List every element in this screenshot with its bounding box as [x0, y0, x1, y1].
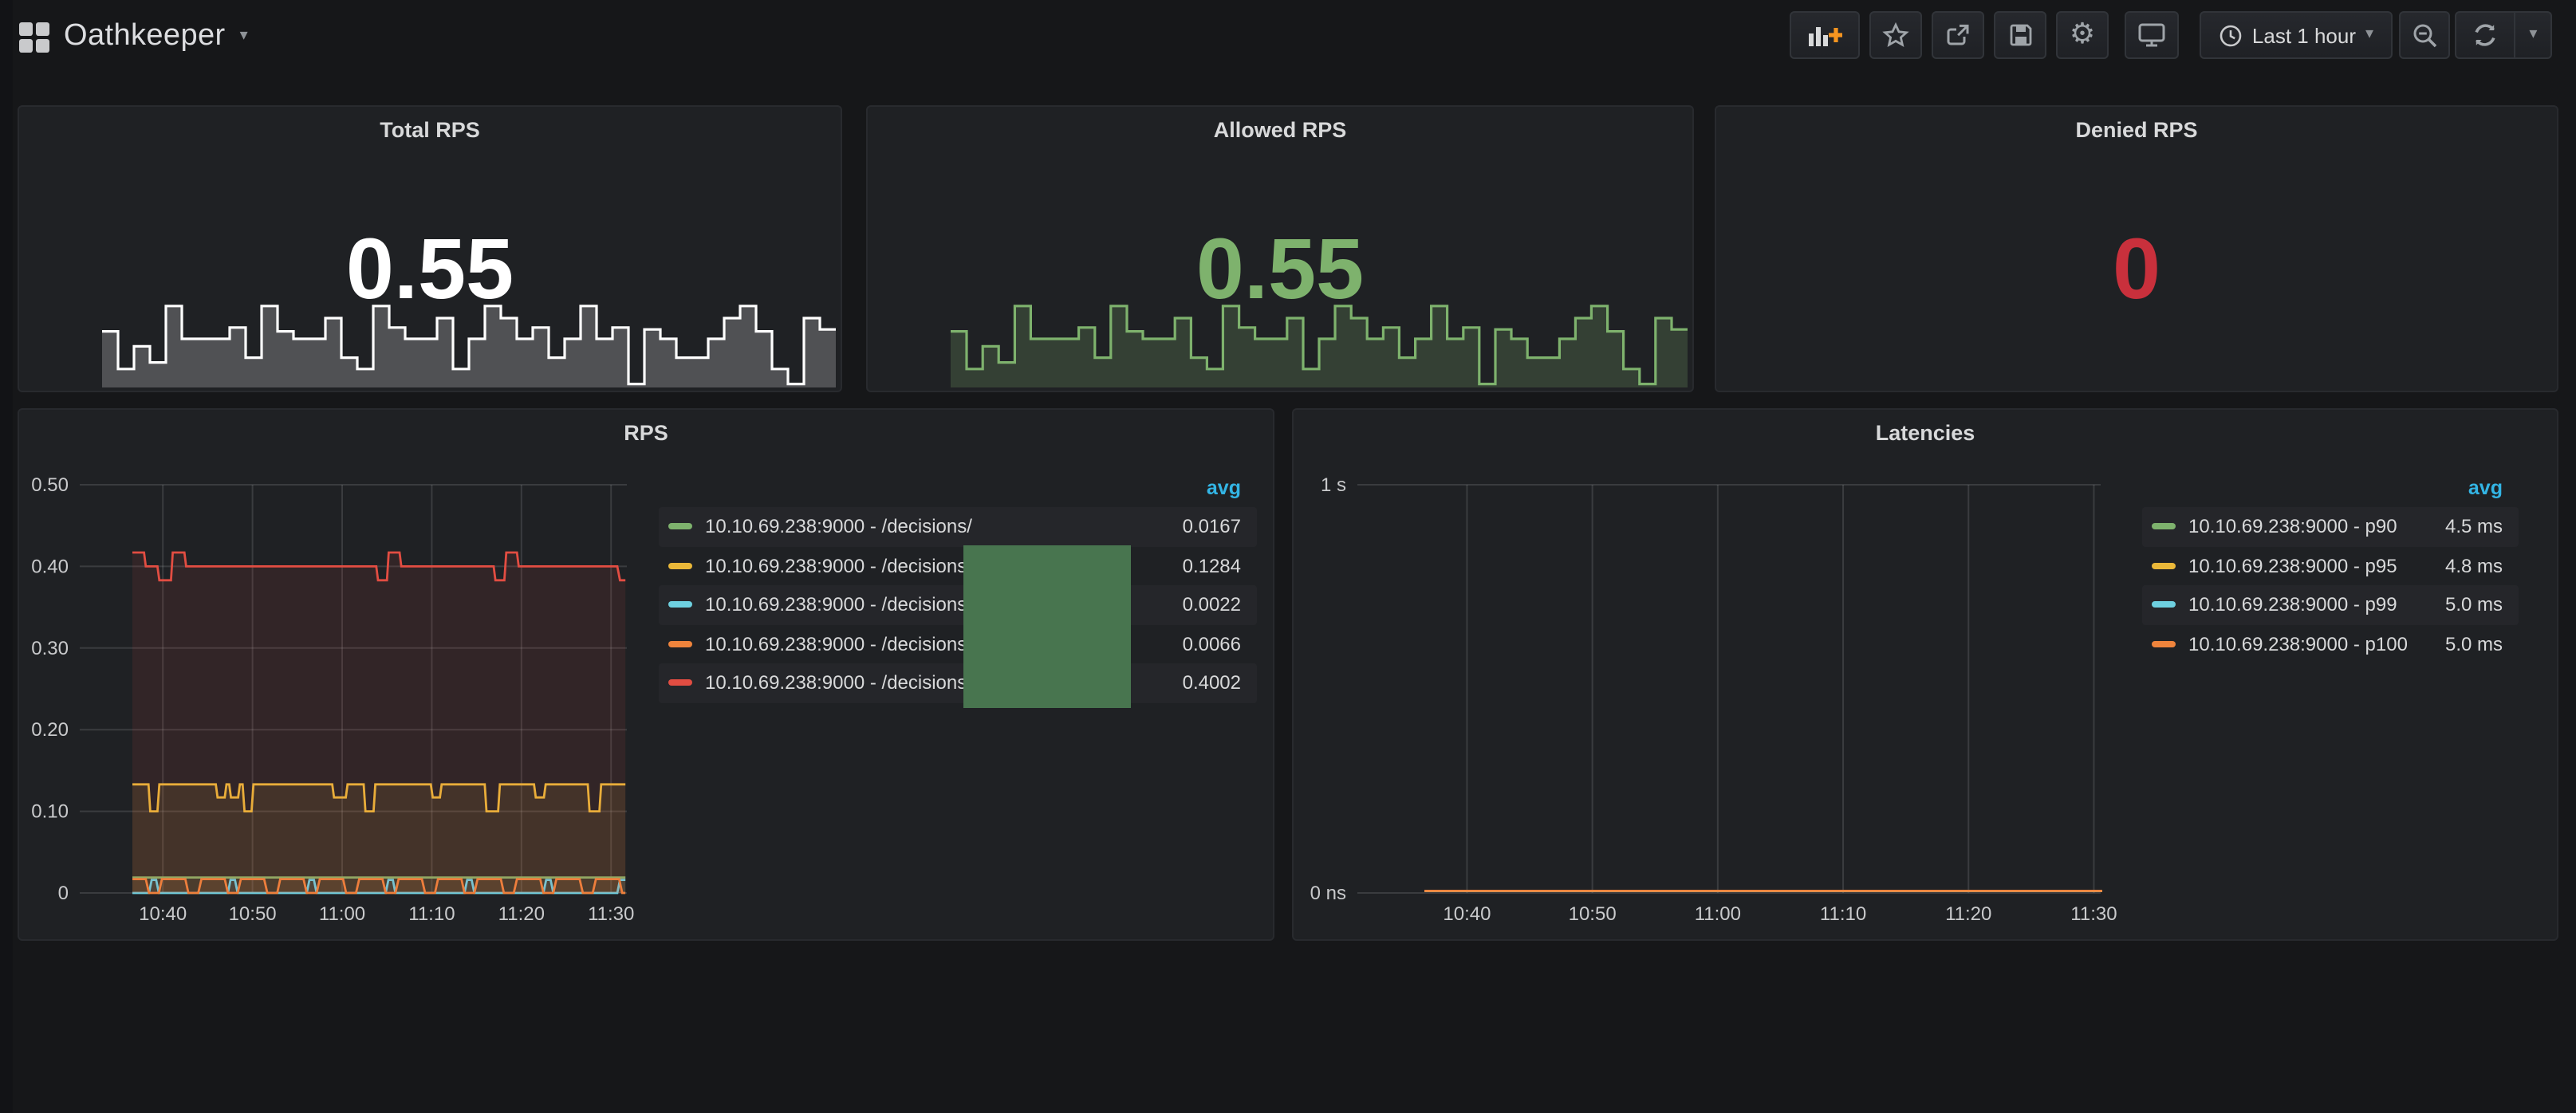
- refresh-icon: [2472, 22, 2498, 48]
- svg-text:11:30: 11:30: [588, 903, 634, 925]
- series-avg-value: 0.0066: [1148, 633, 1241, 655]
- svg-text:1 s: 1 s: [1321, 474, 1346, 496]
- series-swatch-icon: [668, 524, 692, 530]
- panel-title[interactable]: Total RPS: [19, 118, 841, 142]
- add-panel-button[interactable]: [1790, 11, 1860, 59]
- series-avg-value: 4.8 ms: [2420, 555, 2503, 577]
- svg-text:11:10: 11:10: [1820, 903, 1866, 925]
- clock-icon: [2219, 23, 2243, 47]
- svg-text:11:30: 11:30: [2070, 903, 2117, 925]
- legend-row[interactable]: 10.10.69.238:9000 - /decisions/0.0167: [659, 507, 1257, 546]
- star-button[interactable]: [1869, 11, 1922, 59]
- series-swatch-icon: [668, 563, 692, 569]
- time-range-label: Last 1 hour: [2252, 23, 2356, 47]
- green-artifact-overlay: [963, 545, 1131, 708]
- legend-avg-header: avg: [2142, 477, 2519, 507]
- svg-text:0.40: 0.40: [31, 556, 69, 577]
- series-swatch-icon: [2152, 602, 2176, 608]
- svg-text:0.10: 0.10: [31, 801, 69, 823]
- dashboard-title-button[interactable]: Oathkeeper ▾: [19, 16, 248, 57]
- series-avg-value: 0.0022: [1148, 594, 1241, 616]
- panel-denied-rps: Denied RPS 0: [1715, 105, 2558, 392]
- series-name[interactable]: 10.10.69.238:9000 - p99: [2188, 594, 2420, 616]
- zoom-out-icon: [2411, 22, 2438, 49]
- dashboard-header: Oathkeeper ▾: [0, 0, 2576, 73]
- dashboard-title: Oathkeeper: [64, 19, 226, 54]
- legend-row[interactable]: 10.10.69.238:9000 - p954.8 ms: [2142, 546, 2519, 585]
- svg-text:11:10: 11:10: [408, 903, 455, 925]
- series-avg-value: 0.4002: [1148, 672, 1241, 694]
- legend-row[interactable]: 10.10.69.238:9000 - /decisions/0.0022: [659, 585, 1257, 624]
- legend-row[interactable]: 10.10.69.238:9000 - /decisions/0.1284: [659, 546, 1257, 585]
- tv-icon: [2137, 22, 2166, 48]
- series-name[interactable]: 10.10.69.238:9000 - p100: [2188, 633, 2420, 655]
- series-name[interactable]: 10.10.69.238:9000 - /decisions/: [705, 516, 1148, 538]
- series-swatch-icon: [668, 602, 692, 608]
- series-swatch-icon: [668, 680, 692, 686]
- stat-sparkline: [951, 289, 1688, 387]
- series-name[interactable]: 10.10.69.238:9000 - p90: [2188, 516, 2420, 538]
- series-swatch-icon: [2152, 641, 2176, 647]
- svg-text:10:50: 10:50: [229, 903, 277, 925]
- star-icon: [1882, 22, 1909, 48]
- sidebar-edge: [0, 0, 13, 1113]
- svg-text:11:00: 11:00: [1695, 903, 1741, 925]
- svg-text:0.20: 0.20: [31, 719, 69, 741]
- svg-text:11:20: 11:20: [498, 903, 545, 925]
- svg-text:0.50: 0.50: [31, 474, 69, 496]
- add-panel-icon: [1807, 22, 1842, 49]
- rps-legend: avg10.10.69.238:9000 - /decisions/0.0167…: [659, 477, 1257, 702]
- series-avg-value: 0.1284: [1148, 555, 1241, 577]
- legend-row[interactable]: 10.10.69.238:9000 - p904.5 ms: [2142, 507, 2519, 546]
- share-button[interactable]: [1932, 11, 1984, 59]
- stat-sparkline: [102, 289, 836, 387]
- time-range-picker[interactable]: Last 1 hour ▾: [2200, 11, 2393, 59]
- svg-text:10:40: 10:40: [1443, 903, 1491, 925]
- series-avg-value: 5.0 ms: [2420, 633, 2503, 655]
- panel-title[interactable]: Denied RPS: [1716, 118, 2557, 142]
- series-name[interactable]: 10.10.69.238:9000 - p95: [2188, 555, 2420, 577]
- save-button[interactable]: [1994, 11, 2046, 59]
- svg-text:0 ns: 0 ns: [1310, 883, 1346, 904]
- refresh-interval-caret[interactable]: ▾: [2515, 13, 2550, 57]
- refresh-button[interactable]: [2456, 13, 2515, 57]
- share-icon: [1944, 22, 1971, 48]
- series-swatch-icon: [668, 641, 692, 647]
- svg-text:0.30: 0.30: [31, 638, 69, 659]
- svg-text:11:20: 11:20: [1945, 903, 1991, 925]
- svg-text:0: 0: [58, 883, 69, 904]
- svg-text:10:40: 10:40: [139, 903, 187, 925]
- legend-row[interactable]: 10.10.69.238:9000 - /decisions/0.0066: [659, 624, 1257, 663]
- series-avg-value: 0.0167: [1148, 516, 1241, 538]
- stat-value: 0: [1716, 225, 2557, 314]
- settings-button[interactable]: ⚙: [2056, 11, 2109, 59]
- series-avg-value: 5.0 ms: [2420, 594, 2503, 616]
- gear-icon: ⚙: [2070, 21, 2095, 49]
- legend-row[interactable]: 10.10.69.238:9000 - /decisions/0.4002: [659, 663, 1257, 702]
- panel-allowed-rps: Allowed RPS 0.55: [866, 105, 1694, 392]
- grafana-dashboard: Oathkeeper ▾: [0, 0, 2576, 1113]
- svg-text:11:00: 11:00: [319, 903, 365, 925]
- refresh-button-group: ▾: [2455, 11, 2552, 59]
- time-range-caret-icon: ▾: [2365, 27, 2373, 43]
- tv-mode-button[interactable]: [2125, 11, 2179, 59]
- panel-title[interactable]: Allowed RPS: [868, 118, 1692, 142]
- title-caret-icon: ▾: [240, 29, 248, 45]
- panel-latencies-graph: Latencies 1 s0 ns10:4010:5011:0011:1011:…: [1292, 408, 2558, 941]
- latencies-legend: avg10.10.69.238:9000 - p904.5 ms10.10.69…: [2142, 477, 2519, 663]
- legend-row[interactable]: 10.10.69.238:9000 - p1005.0 ms: [2142, 624, 2519, 663]
- svg-text:10:50: 10:50: [1569, 903, 1617, 925]
- series-swatch-icon: [2152, 563, 2176, 569]
- legend-row[interactable]: 10.10.69.238:9000 - p995.0 ms: [2142, 585, 2519, 624]
- series-swatch-icon: [2152, 524, 2176, 530]
- dashboard-grid-icon: [19, 22, 49, 52]
- save-icon: [2007, 22, 2033, 48]
- toolbar: ⚙ Last 1 hour ▾: [1790, 11, 2552, 59]
- zoom-out-button[interactable]: [2399, 11, 2450, 59]
- panel-total-rps: Total RPS 0.55: [18, 105, 842, 392]
- caret-down-icon: ▾: [2529, 27, 2537, 43]
- series-avg-value: 4.5 ms: [2420, 516, 2503, 538]
- legend-avg-header: avg: [659, 477, 1257, 507]
